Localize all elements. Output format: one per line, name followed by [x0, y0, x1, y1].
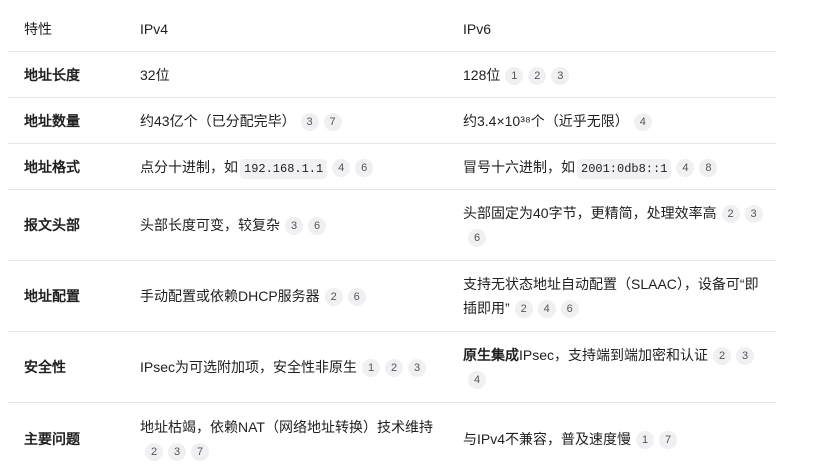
ipv6-cell: 冒号十六进制，如 2001:0db8::1 4 8	[463, 155, 776, 179]
citation-badge[interactable]: 1	[636, 430, 655, 449]
cell-text: 约3.4×10³⁸个（近乎无限）	[463, 112, 629, 129]
citation-badge[interactable]: 2	[713, 347, 732, 365]
ipv4-cell: IPsec为可选附加项，安全性非原生 1 2 3	[140, 355, 463, 379]
citation-badge[interactable]: 2	[514, 300, 533, 318]
citation-badge[interactable]: 3	[408, 359, 427, 377]
cell-text: 冒号十六进制，如	[463, 158, 575, 175]
cell-text: 支持无状态地址自动配置（SLAAC），设备可“即插即用”	[463, 276, 759, 316]
ipv4-cell: 手动配置或依赖DHCP服务器 2 6	[140, 284, 463, 308]
citation-badge[interactable]: 4	[468, 371, 486, 389]
row-label: 报文头部	[24, 217, 80, 233]
table-header-row: 特性 IPv4 IPv6	[8, 6, 776, 52]
table-row: 报文头部 头部长度可变，较复杂 3 6 头部固定为40字节，更精简，处理效率高 2 36	[8, 190, 776, 261]
ipv6-cell: 128位 1 2 3	[463, 63, 776, 87]
table-row: 安全性 IPsec为可选附加项，安全性非原生 1 2 3 原生集成IPsec，支持端到端加…	[8, 332, 776, 403]
citation-badge[interactable]: 6	[468, 229, 486, 247]
ipv6-cell: 原生集成IPsec，支持端到端加密和认证 2 3 4	[463, 343, 776, 391]
ipv6-cell: 与IPv4不兼容，普及速度慢 1 7	[463, 427, 776, 451]
citation-badge[interactable]: 2	[528, 66, 547, 85]
row-label: 地址数量	[24, 112, 80, 129]
cell-text: 点分十进制，如	[140, 158, 238, 175]
header-ipv6: IPv6	[463, 20, 492, 37]
cell-text: 地址枯竭，依赖NAT（网络地址转换）技术维持	[140, 418, 433, 435]
citation-badge[interactable]: 7	[323, 112, 342, 131]
citation-badge[interactable]: 2	[721, 205, 740, 223]
ipv4-cell: 地址枯竭，依赖NAT（网络地址转换）技术维持 2 3 7	[140, 415, 463, 463]
citation-badge[interactable]: 4	[332, 158, 351, 177]
citation-badge[interactable]: 7	[191, 442, 209, 461]
citation-badge[interactable]: 3	[736, 347, 755, 365]
ipv6-cell: 约3.4×10³⁸个（近乎无限） 4	[463, 109, 776, 133]
row-label: 地址格式	[24, 158, 80, 175]
row-label: 安全性	[24, 359, 66, 375]
citation-badge[interactable]: 6	[347, 288, 366, 306]
citation-badge[interactable]: 2	[324, 288, 343, 306]
cell-text: 手动配置或依赖DHCP服务器	[140, 288, 320, 304]
citation-badge[interactable]: 2	[145, 442, 163, 461]
comparison-table: 特性 IPv4 IPv6 地址长度 32位 128位 1 2 3 地址数量 约43亿个（已分…	[8, 6, 776, 474]
row-label: 地址长度	[24, 66, 80, 83]
citation-badge[interactable]: 4	[633, 112, 652, 131]
ipv4-cell: 约43亿个（已分配完毕） 3 7	[140, 109, 463, 133]
cell-text: 头部长度可变，较复杂	[140, 217, 280, 233]
citation-badge[interactable]: 6	[355, 158, 374, 177]
citation-badge[interactable]: 1	[362, 359, 381, 377]
cell-text: 128位	[463, 66, 501, 83]
cell-text: 与IPv4不兼容，普及速度慢	[463, 430, 632, 447]
table-row: 主要问题 地址枯竭，依赖NAT（网络地址转换）技术维持2 3 7 与IPv4不兼容，普及…	[8, 403, 776, 474]
cell-text: 约43亿个（已分配完毕）	[140, 112, 296, 129]
row-label: 主要问题	[24, 430, 80, 447]
header-ipv4: IPv4	[140, 20, 169, 37]
ipv4-cell: 32位	[140, 63, 463, 87]
citation-badge[interactable]: 6	[560, 300, 579, 318]
citation-badge[interactable]: 3	[300, 112, 319, 131]
cell-text: IPsec，支持端到端加密和认证	[519, 347, 709, 363]
citation-badge[interactable]: 8	[699, 158, 718, 177]
citation-badge[interactable]: 3	[168, 442, 186, 461]
citation-badge[interactable]: 7	[659, 430, 678, 449]
table-row: 地址长度 32位 128位 1 2 3	[8, 52, 776, 98]
cell-text: IPsec为可选附加项，安全性非原生	[140, 359, 358, 375]
cell-code: 2001:0db8::1	[577, 158, 672, 179]
citation-badge[interactable]: 3	[551, 66, 570, 85]
table-row: 地址配置 手动配置或依赖DHCP服务器 2 6 支持无状态地址自动配置（SLAAC），设…	[8, 261, 776, 332]
table-row: 地址格式 点分十进制，如 192.168.1.1 4 6 冒号十六进制，如 2001:0db…	[8, 144, 776, 190]
cell-bold-text: 原生集成	[463, 347, 519, 363]
cell-text: 头部固定为40字节，更精简，处理效率高	[463, 205, 717, 221]
row-label: 地址配置	[24, 288, 80, 304]
citation-badge[interactable]: 4	[537, 300, 556, 318]
ipv6-cell: 头部固定为40字节，更精简，处理效率高 2 3 6	[463, 201, 776, 249]
citation-badge[interactable]: 6	[308, 217, 326, 235]
table-row: 地址数量 约43亿个（已分配完毕） 3 7 约3.4×10³⁸个（近乎无限） 4	[8, 98, 776, 144]
citation-badge[interactable]: 4	[676, 158, 695, 177]
cell-text: 32位	[140, 66, 170, 83]
citation-badge[interactable]: 2	[385, 359, 404, 377]
header-feature: 特性	[24, 20, 52, 37]
ipv6-cell: 支持无状态地址自动配置（SLAAC），设备可“即插即用” 2 4 6	[463, 272, 776, 320]
citation-badge[interactable]: 3	[285, 217, 303, 235]
ipv4-cell: 点分十进制，如 192.168.1.1 4 6	[140, 155, 463, 179]
citation-badge[interactable]: 1	[505, 66, 524, 85]
cell-code: 192.168.1.1	[240, 158, 328, 179]
citation-badge[interactable]: 3	[744, 205, 763, 223]
ipv4-cell: 头部长度可变，较复杂 3 6	[140, 213, 463, 237]
